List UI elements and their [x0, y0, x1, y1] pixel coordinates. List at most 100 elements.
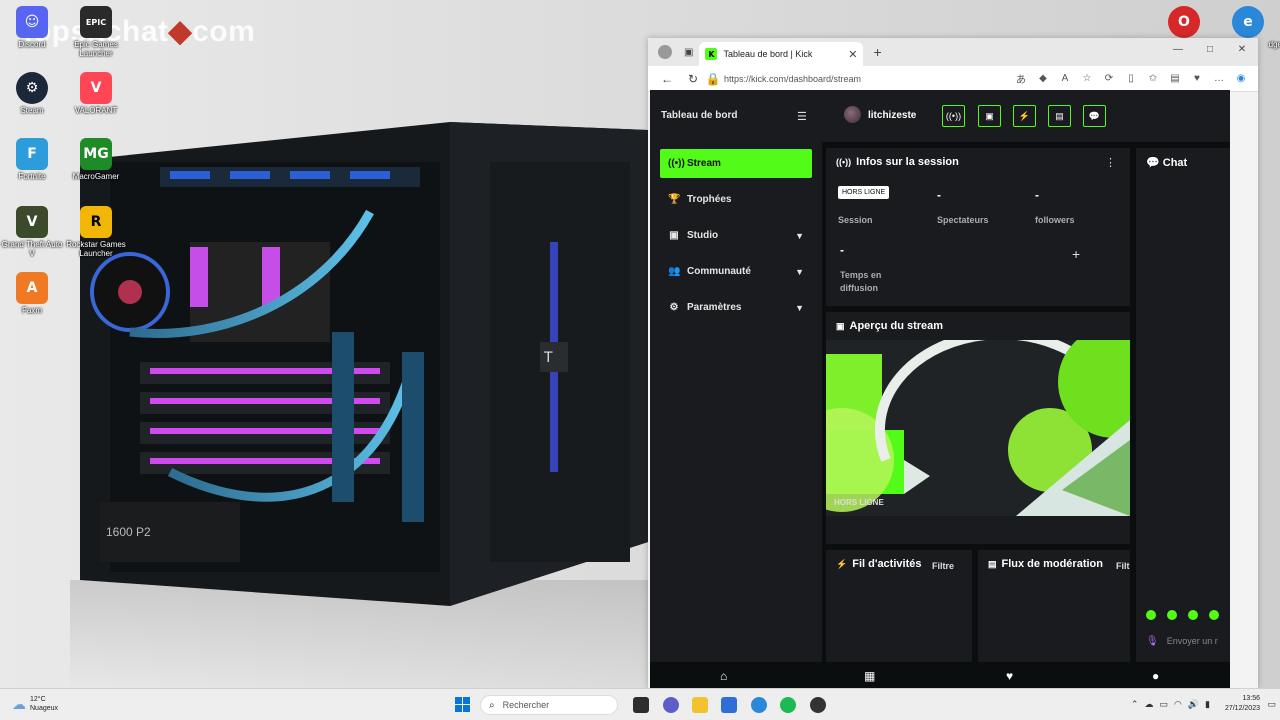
spotify-icon[interactable] — [780, 697, 796, 713]
more-menu-icon[interactable]: … — [1208, 69, 1230, 89]
favorites-icon[interactable]: ✩ — [1142, 69, 1164, 89]
edge-taskbar-icon[interactable] — [751, 697, 767, 713]
desktop-icon-gta5[interactable]: V Grand Theft Auto V — [0, 206, 64, 258]
collapse-sidebar-icon[interactable]: ☰ — [797, 110, 807, 123]
chat-mod-icon[interactable] — [1209, 610, 1219, 620]
start-button[interactable] — [455, 697, 470, 712]
stat-label-followers: followers — [1035, 215, 1075, 225]
cloud-icon: ☁ — [12, 695, 26, 712]
chevron-down-icon: ▼ — [795, 266, 804, 277]
add-stat-icon[interactable]: + — [1072, 246, 1080, 262]
favorite-icon[interactable]: ☆ — [1076, 69, 1098, 89]
more-options-icon[interactable]: ⋮ — [1105, 156, 1116, 169]
document-icon: ▤ — [1055, 110, 1064, 121]
desktop-icon-steam[interactable]: ⚙ Steam — [0, 72, 64, 115]
desktop-icon-opera-gx[interactable]: O — [1152, 6, 1216, 38]
chat-popout-button[interactable]: 💬 — [1083, 105, 1106, 127]
quick-action-button[interactable]: ⚡ — [1013, 105, 1036, 127]
desktop-icon-valorant[interactable]: V VALORANT — [64, 72, 128, 115]
chat-emote-icon[interactable] — [1146, 610, 1156, 620]
cloud-sync-icon[interactable]: ☁ — [1144, 699, 1153, 710]
desktop-icon-macrogamer[interactable]: MG MacroGamer — [64, 138, 128, 181]
preview-card-title: ▣ Aperçu du stream — [836, 320, 944, 332]
nav-item-communaute[interactable]: 👥 Communauté ▼ — [660, 257, 812, 286]
kick-favicon-icon: K — [705, 48, 718, 60]
home-icon[interactable]: ⌂ — [720, 669, 727, 683]
tab-bar: ▣ K Tableau de bord | Kick ✕ + — □ ✕ — [648, 38, 1258, 66]
chevron-up-icon[interactable]: ⌃ — [1131, 699, 1139, 710]
chat-users-icon[interactable] — [1188, 610, 1198, 620]
browse-icon[interactable]: ▦ — [864, 669, 875, 683]
collections-icon[interactable]: ▤ — [1164, 69, 1186, 89]
notes-button[interactable]: ▤ — [1048, 105, 1071, 127]
refresh-button[interactable]: ↻ — [680, 68, 706, 90]
store-icon[interactable] — [721, 697, 737, 713]
session-card-title: ((•)) Infos sur la session — [836, 156, 959, 168]
close-window-button[interactable]: ✕ — [1226, 38, 1258, 60]
broadcast-icon: ((•)) — [945, 111, 962, 121]
notifications-icon[interactable]: ▭ — [1267, 699, 1276, 710]
macrogamer-icon: MG — [80, 138, 112, 170]
broadcast-button[interactable]: ((•)) — [942, 105, 965, 127]
nav-item-parametres[interactable]: ⚙ Paramètres ▼ — [660, 293, 812, 322]
settings-icon: ⚙ — [669, 302, 679, 313]
desktop-icon-rockstar[interactable]: R Rockstar Games Launcher — [64, 206, 128, 258]
copilot-button-icon[interactable]: ◉ — [1230, 69, 1252, 89]
nav-item-trophees[interactable]: 🏆 Trophées — [660, 185, 812, 214]
teams-icon[interactable] — [663, 697, 679, 713]
activity-filter-button[interactable]: Filtre — [932, 561, 954, 571]
chat-message-input[interactable]: 🎙 Envoyer un r — [1146, 630, 1230, 652]
avatar[interactable] — [844, 106, 861, 123]
tab-kick-dashboard[interactable]: K Tableau de bord | Kick ✕ — [699, 42, 864, 66]
nav-item-studio[interactable]: ▣ Studio ▼ — [660, 221, 812, 250]
read-aloud-icon[interactable]: A — [1054, 69, 1076, 89]
desktop-icon-faxm[interactable]: A Faxm — [0, 272, 64, 315]
desktop-icon-discord[interactable]: ☺ Discord — [0, 6, 64, 49]
performance-icon[interactable]: ♥ — [1186, 69, 1208, 89]
file-explorer-icon[interactable] — [692, 697, 708, 713]
battery-status-icon[interactable]: ▮ — [1205, 699, 1210, 710]
chevron-down-icon: ▼ — [795, 230, 804, 241]
desktop-icon-epic-games[interactable]: EPIC Epic Games Launcher — [64, 6, 128, 58]
profile-icon[interactable] — [658, 45, 672, 59]
gta5-icon: V — [16, 206, 48, 238]
lightning-icon: ⚡ — [836, 558, 848, 569]
epic-games-icon: EPIC — [80, 6, 112, 38]
wifi-icon[interactable]: ◠ — [1174, 699, 1182, 710]
maximize-button[interactable]: □ — [1194, 38, 1226, 60]
tab-actions-icon[interactable]: ▣ — [684, 47, 693, 58]
moderation-filter-button[interactable]: Filt — [1116, 561, 1130, 571]
dashboard-header: litchizeste ((•)) ▣ ⚡ ▤ 💬 — [822, 90, 1230, 142]
clip-icon: ▣ — [985, 110, 994, 121]
profile-icon[interactable]: ● — [1152, 669, 1159, 683]
new-tab-button[interactable]: + — [873, 44, 881, 60]
clip-button[interactable]: ▣ — [978, 105, 1001, 127]
desktop-icon-fortnite[interactable]: F Fortnite — [0, 138, 64, 181]
volume-icon[interactable]: 🔊 — [1188, 699, 1199, 710]
clock[interactable]: 13:56 27/12/2023 — [1225, 694, 1260, 714]
username[interactable]: litchizeste — [868, 110, 916, 121]
search-icon: ⌕ — [489, 699, 495, 711]
tag-icon[interactable]: ◆ — [1032, 69, 1054, 89]
session-info-card: ((•)) Infos sur la session ⋮ HORS LIGNE … — [826, 148, 1130, 306]
task-view-icon[interactable] — [633, 697, 649, 713]
taskbar-search[interactable]: ⌕ Rechercher — [480, 695, 618, 715]
battery-icon[interactable]: ▭ — [1159, 699, 1168, 710]
weather-widget[interactable]: ☁ 12°C Nuageux — [12, 695, 58, 713]
following-icon[interactable]: ♥ — [1006, 669, 1013, 683]
nav-item-stream[interactable]: ((•)) Stream — [660, 149, 812, 178]
chat-settings-icon[interactable] — [1167, 610, 1177, 620]
svg-text:T: T — [543, 350, 553, 366]
back-button[interactable]: ← — [654, 68, 680, 90]
minimize-button[interactable]: — — [1162, 38, 1194, 60]
app-icon[interactable] — [810, 697, 826, 713]
split-screen-icon[interactable]: ▯ — [1120, 69, 1142, 89]
url-field[interactable]: https://kick.com/dashboard/stream — [724, 74, 861, 84]
stream-preview-card: ▣ Aperçu du stream HORS LIGNE — [826, 312, 1130, 544]
svg-text:1600 P2: 1600 P2 — [106, 525, 151, 539]
extensions-icon[interactable]: ⟳ — [1098, 69, 1120, 89]
tab-close-icon[interactable]: ✕ — [848, 48, 857, 61]
translate-icon[interactable]: あ — [1010, 69, 1032, 89]
fortnite-icon: F — [16, 138, 48, 170]
sidebar-title: Tableau de bord — [661, 110, 738, 121]
